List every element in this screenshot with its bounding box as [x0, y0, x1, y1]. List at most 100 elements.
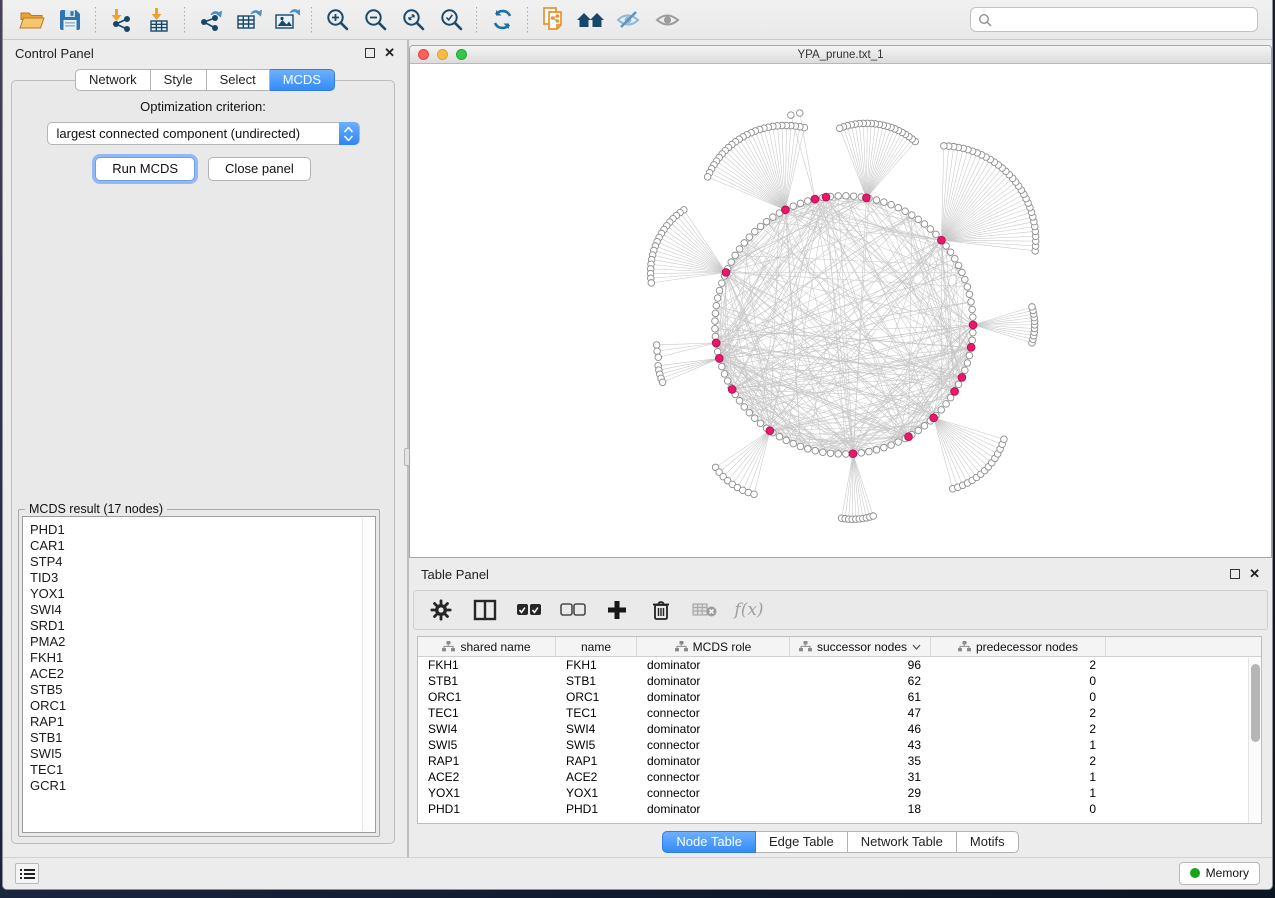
column-header-MCDS-role[interactable]: MCDS role	[637, 637, 790, 656]
graph-node[interactable]	[751, 491, 758, 498]
graph-node[interactable]	[757, 223, 764, 230]
graph-node[interactable]	[895, 204, 902, 211]
graph-node[interactable]	[770, 214, 777, 221]
column-header-predecessor-nodes[interactable]: predecessor nodes	[931, 637, 1106, 656]
mcds-result-item[interactable]: RAP1	[30, 714, 375, 730]
graph-node[interactable]	[654, 348, 661, 355]
criterion-dropdown[interactable]: largest connected component (undirected)	[47, 122, 360, 145]
graph-node[interactable]	[955, 381, 962, 388]
graph-node[interactable]	[870, 513, 877, 520]
add-column-button[interactable]	[602, 595, 632, 625]
graph-node[interactable]	[921, 423, 928, 430]
graph-hub-node[interactable]	[781, 206, 789, 214]
export-network-button[interactable]	[191, 4, 229, 36]
task-history-button[interactable]	[15, 863, 39, 884]
tab-node-table[interactable]: Node Table	[662, 831, 756, 853]
graph-node[interactable]	[724, 378, 731, 385]
zoom-fit-button[interactable]	[394, 4, 432, 36]
graph-node[interactable]	[843, 193, 850, 200]
table-scrollbar-thumb[interactable]	[1251, 664, 1260, 742]
mcds-result-item[interactable]: ACE2	[30, 666, 375, 682]
network-window-titlebar[interactable]: YPA_prune.txt_1	[410, 46, 1271, 64]
graph-node[interactable]	[659, 379, 666, 386]
split-columns-button[interactable]	[470, 595, 500, 625]
delete-table-button[interactable]	[690, 595, 720, 625]
graph-node[interactable]	[732, 252, 739, 259]
tab-network[interactable]: Network	[75, 69, 151, 91]
graph-node[interactable]	[790, 203, 797, 210]
graph-node[interactable]	[827, 450, 834, 457]
graph-node[interactable]	[966, 291, 973, 298]
save-session-button[interactable]	[51, 4, 89, 36]
graph-node[interactable]	[970, 314, 977, 321]
select-all-rows-button[interactable]	[514, 595, 544, 625]
first-neighbors-button[interactable]	[572, 4, 610, 36]
graph-hub-node[interactable]	[811, 195, 819, 203]
mcds-result-item[interactable]: SWI5	[30, 746, 375, 762]
table-row[interactable]: SWI4SWI4dominator462	[418, 721, 1261, 737]
close-table-panel-icon[interactable]: ✕	[1249, 569, 1260, 579]
graph-node[interactable]	[873, 197, 880, 204]
graph-node[interactable]	[964, 360, 971, 367]
graph-node[interactable]	[741, 240, 748, 247]
graph-node[interactable]	[835, 193, 842, 200]
graph-node[interactable]	[915, 427, 922, 434]
table-row[interactable]: RAP1RAP1dominator352	[418, 753, 1261, 769]
graph-node[interactable]	[714, 348, 721, 355]
table-row[interactable]: ACE2ACE2connector311	[418, 769, 1261, 785]
graph-node[interactable]	[873, 447, 880, 454]
graph-node[interactable]	[751, 415, 758, 422]
graph-node[interactable]	[915, 216, 922, 223]
graph-node[interactable]	[843, 451, 850, 458]
graph-hub-node[interactable]	[822, 193, 830, 201]
table-row[interactable]: STB1STB1dominator620	[418, 673, 1261, 689]
mcds-result-item[interactable]: YOX1	[30, 586, 375, 602]
graph-node[interactable]	[712, 318, 719, 325]
memory-button[interactable]: Memory	[1179, 862, 1260, 885]
graph-node[interactable]	[947, 249, 954, 256]
graph-node[interactable]	[836, 125, 843, 132]
table-row[interactable]: ORC1ORC1dominator610	[418, 689, 1261, 705]
zoom-selected-button[interactable]	[432, 4, 470, 36]
function-builder-button[interactable]: f(x)	[734, 595, 764, 625]
zoom-out-button[interactable]	[356, 4, 394, 36]
tab-motifs[interactable]: Motifs	[957, 831, 1019, 853]
graph-node[interactable]	[736, 246, 743, 253]
network-graph-canvas[interactable]	[410, 64, 1271, 558]
graph-node[interactable]	[881, 444, 888, 451]
table-row[interactable]: TEC1TEC1connector472	[418, 705, 1261, 721]
graph-node[interactable]	[719, 363, 726, 370]
import-network-button[interactable]	[102, 4, 140, 36]
delete-column-button[interactable]	[646, 595, 676, 625]
graph-node[interactable]	[895, 439, 902, 446]
table-scrollbar[interactable]	[1248, 658, 1261, 823]
deselect-all-rows-button[interactable]	[558, 595, 588, 625]
graph-hub-node[interactable]	[905, 433, 913, 441]
graph-node[interactable]	[820, 449, 827, 456]
graph-node[interactable]	[909, 212, 916, 219]
tab-style[interactable]: Style	[151, 69, 207, 91]
graph-node[interactable]	[783, 437, 790, 444]
graph-node[interactable]	[797, 443, 804, 450]
mcds-result-item[interactable]: SWI4	[30, 602, 375, 618]
graph-node[interactable]	[796, 110, 803, 117]
export-image-button[interactable]	[267, 4, 305, 36]
close-panel-icon[interactable]: ✕	[384, 48, 395, 58]
mcds-result-item[interactable]: FKH1	[30, 650, 375, 666]
graph-node[interactable]	[716, 287, 723, 294]
graph-hub-node[interactable]	[938, 236, 946, 244]
graph-node[interactable]	[966, 352, 973, 359]
mcds-result-item[interactable]: STP4	[30, 554, 375, 570]
refresh-button[interactable]	[483, 4, 521, 36]
float-panel-icon[interactable]	[365, 48, 375, 58]
table-row[interactable]: SWI5SWI5connector431	[418, 737, 1261, 753]
graph-hub-node[interactable]	[766, 427, 774, 435]
graph-hub-node[interactable]	[958, 374, 966, 382]
mcds-result-item[interactable]: STB1	[30, 730, 375, 746]
graph-node[interactable]	[921, 221, 928, 228]
tab-network-table[interactable]: Network Table	[848, 831, 957, 853]
graph-node[interactable]	[712, 325, 719, 332]
graph-node[interactable]	[776, 433, 783, 440]
export-table-button[interactable]	[229, 4, 267, 36]
graph-node[interactable]	[858, 450, 865, 457]
